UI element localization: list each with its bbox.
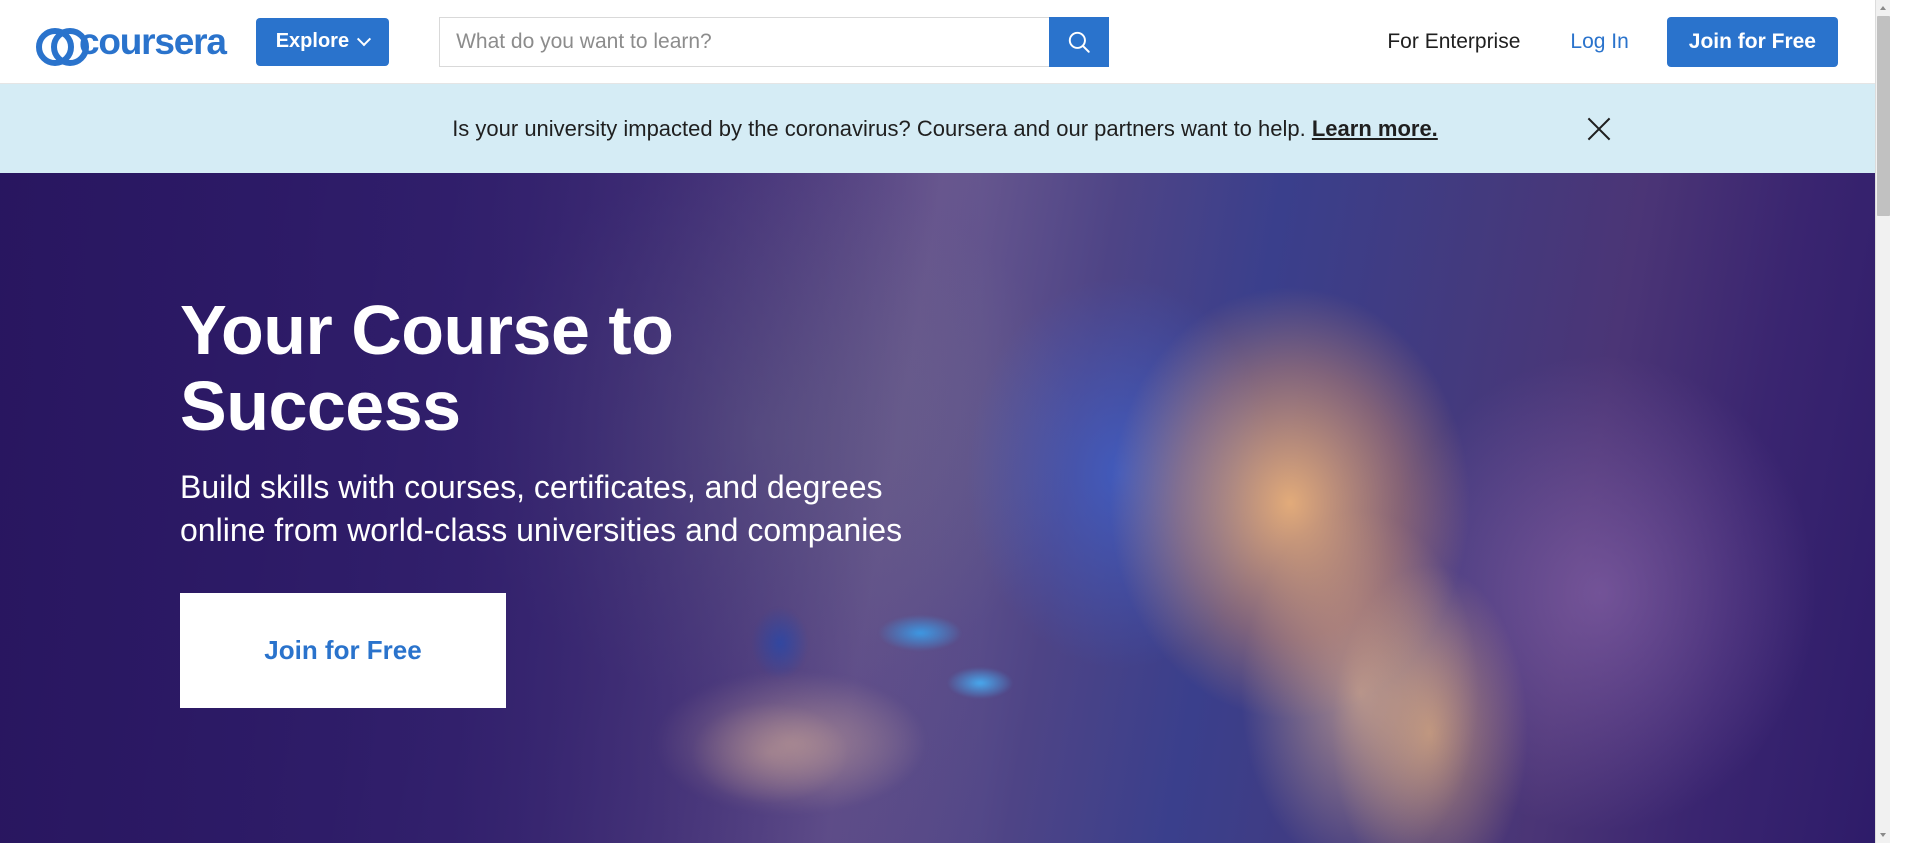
chevron-down-icon (357, 31, 372, 46)
search-bar (439, 16, 1110, 67)
scroll-down-arrow-icon[interactable] (1876, 827, 1890, 843)
for-enterprise-link[interactable]: For Enterprise (1387, 30, 1520, 54)
coursera-logo[interactable]: coursera (36, 21, 227, 66)
log-in-link[interactable]: Log In (1570, 30, 1628, 54)
site-header: coursera Explore For Enterprise Log In J… (0, 0, 1890, 84)
hero-content: Your Course to Success Build skills with… (180, 291, 940, 709)
coursera-logo-text: coursera (79, 21, 227, 62)
search-input[interactable] (439, 16, 1050, 67)
scrollbar-thumb[interactable] (1877, 16, 1890, 216)
join-for-free-button[interactable]: Join for Free (1666, 16, 1838, 67)
hero-subtitle: Build skills with courses, certificates,… (180, 469, 903, 548)
banner-message: Is your university impacted by the coron… (452, 115, 1306, 141)
banner-close-button[interactable] (1582, 112, 1616, 146)
vertical-scrollbar[interactable] (1875, 0, 1890, 843)
explore-button-label: Explore (275, 30, 350, 52)
search-icon (1068, 31, 1090, 53)
search-button[interactable] (1049, 16, 1110, 67)
coursera-logo-mark-icon (36, 28, 89, 66)
hero-section: Your Course to Success Build skills with… (0, 173, 1890, 843)
banner-text: Is your university impacted by the coron… (452, 116, 1438, 142)
header-actions: For Enterprise Log In Join for Free (1387, 16, 1890, 67)
explore-button[interactable]: Explore (255, 17, 390, 66)
page-root: coursera Explore For Enterprise Log In J… (0, 0, 1890, 843)
hero-title: Your Course to Success (180, 291, 674, 445)
banner-learn-more-link[interactable]: Learn more. (1312, 116, 1438, 141)
hero-join-for-free-button[interactable]: Join for Free (180, 593, 506, 709)
scroll-up-arrow-icon[interactable] (1876, 0, 1890, 16)
coronavirus-banner: Is your university impacted by the coron… (0, 84, 1890, 173)
